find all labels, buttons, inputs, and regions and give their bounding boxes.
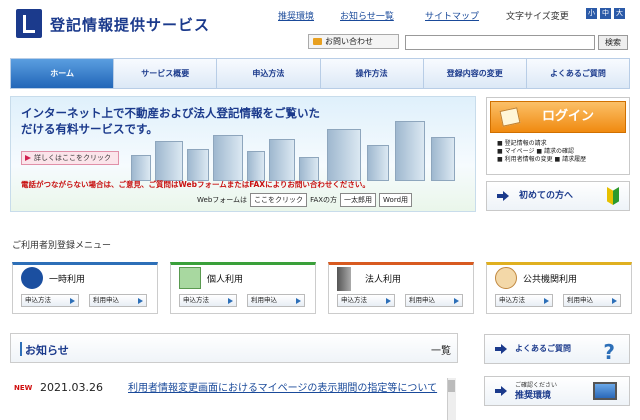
news-title: お知らせ xyxy=(20,342,69,357)
menu-card-title: 法人利用 xyxy=(365,275,402,285)
fax-word-button[interactable]: Word用 xyxy=(379,193,413,207)
nav-faq[interactable]: よくあるご質問 xyxy=(527,59,629,88)
apply-button[interactable]: 利用申込 xyxy=(89,294,147,307)
building-illustration xyxy=(327,129,361,181)
phone-icon xyxy=(313,38,322,45)
menu-card-title: 個人利用 xyxy=(207,275,244,285)
nav-application[interactable]: 申込方法 xyxy=(217,59,321,88)
site-title[interactable]: 登記情報提供サービス xyxy=(50,14,210,35)
news-list-link[interactable]: 一覧 xyxy=(431,342,451,357)
list-item: ■ 利用者情報の変更 ■ 請求履歴 xyxy=(497,156,587,163)
building-icon xyxy=(337,267,351,291)
nav-registration-change[interactable]: 登録内容の変更 xyxy=(424,59,527,88)
login-label: ログイン xyxy=(541,109,594,124)
font-size-large-button[interactable]: 大 xyxy=(614,8,625,19)
first-time-label: 初めての方へ xyxy=(519,191,574,201)
apply-button[interactable]: 利用申込 xyxy=(405,294,463,307)
arrow-right-icon xyxy=(495,386,507,396)
news-header: お知らせ 一覧 xyxy=(10,333,458,363)
recommended-env-side-button[interactable]: ご確認ください 推奨環境 xyxy=(484,376,630,406)
font-size-medium-button[interactable]: 中 xyxy=(600,8,611,19)
menu-card-temporary: 一時利用 申込方法 利用申込 xyxy=(12,262,158,314)
login-feature-list: ■ 登記情報の請求 ■ マイページ ■ 請求の確認 ■ 利用者情報の変更 ■ 請… xyxy=(497,140,586,164)
apply-button[interactable]: 利用申込 xyxy=(247,294,305,307)
news-date: 2021.03.26 xyxy=(40,381,103,394)
details-button[interactable]: 詳しくはここをクリック xyxy=(21,151,119,165)
faq-side-button[interactable]: よくあるご質問 ? xyxy=(484,334,630,364)
menu-card-personal: 個人利用 申込方法 利用申込 xyxy=(170,262,316,314)
building-illustration xyxy=(187,149,209,181)
news-item-link[interactable]: 利用者情報変更画面におけるマイページの表示期間の指定等について xyxy=(128,380,443,397)
building-illustration xyxy=(155,141,183,181)
building-illustration xyxy=(213,135,243,181)
beginner-mark-icon xyxy=(607,187,619,205)
menu-section-label: ご利用者別登録メニュー xyxy=(12,241,112,251)
building-illustration xyxy=(131,155,151,181)
building-illustration xyxy=(431,137,455,181)
search-button[interactable]: 検索 xyxy=(598,35,628,50)
font-size-small-button[interactable]: 小 xyxy=(586,8,597,19)
building-illustration xyxy=(299,157,319,181)
building-illustration xyxy=(395,121,425,181)
nav-service-overview[interactable]: サービス概要 xyxy=(114,59,218,88)
sitemap-link[interactable]: サイトマップ xyxy=(425,9,479,22)
phone-notice: 電話がつながらない場合は、ご意見、ご質問はWebフォームまたはFAXによりお問い… xyxy=(21,180,370,189)
apply-method-button[interactable]: 申込方法 xyxy=(21,294,79,307)
banner-title: インターネット上で不動産および法人登記情報をご覧いただける有料サービスです。 xyxy=(21,106,320,136)
contact-label: お問い合わせ xyxy=(325,37,373,46)
document-icon xyxy=(499,107,521,127)
apply-method-button[interactable]: 申込方法 xyxy=(495,294,553,307)
recommended-env-link[interactable]: 推奨環境 xyxy=(278,9,314,22)
first-time-button[interactable]: 初めての方へ xyxy=(486,181,630,211)
arrow-right-icon xyxy=(495,344,507,354)
webform-label: Webフォームは xyxy=(197,196,248,204)
arrow-right-icon xyxy=(497,191,509,201)
news-list-top-link[interactable]: お知らせ一覧 xyxy=(340,9,394,22)
nav-home[interactable]: ホーム xyxy=(11,59,115,88)
menu-card-corporate: 法人利用 申込方法 利用申込 xyxy=(328,262,474,314)
hero-banner: インターネット上で不動産および法人登記情報をご覧いただける有料サービスです。 詳… xyxy=(10,96,476,212)
nav-operation[interactable]: 操作方法 xyxy=(321,59,424,88)
apply-button[interactable]: 利用申込 xyxy=(563,294,621,307)
menu-card-title: 一時利用 xyxy=(49,275,86,285)
global-nav: ホーム サービス概要 申込方法 操作方法 登録内容の変更 よくあるご質問 xyxy=(10,58,630,89)
building-illustration xyxy=(247,151,265,181)
webform-row: Webフォームは ここをクリック FAXの方 一太郎用 Word用 xyxy=(197,193,413,207)
building-illustration xyxy=(367,145,389,181)
search-input[interactable] xyxy=(405,35,595,50)
font-size-label: 文字サイズ変更 xyxy=(506,12,569,22)
menu-card-title: 公共機関利用 xyxy=(523,275,578,285)
apply-method-button[interactable]: 申込方法 xyxy=(337,294,395,307)
site-logo-icon[interactable] xyxy=(16,9,42,38)
list-item: ■ 登記情報の請求 xyxy=(497,140,547,147)
login-panel: ログイン ■ 登記情報の請求 ■ マイページ ■ 請求の確認 ■ 利用者情報の変… xyxy=(486,97,630,175)
question-mark-icon: ? xyxy=(603,340,615,364)
public-agency-icon xyxy=(495,267,517,289)
fax-label: FAXの方 xyxy=(310,196,338,204)
one-time-icon xyxy=(21,267,43,289)
monitor-icon xyxy=(593,382,617,400)
fax-ichitaro-button[interactable]: 一太郎用 xyxy=(340,193,377,207)
list-item: ■ マイページ ■ 請求の確認 xyxy=(497,148,574,155)
faq-label: よくあるご質問 xyxy=(515,344,571,353)
apply-method-button[interactable]: 申込方法 xyxy=(179,294,237,307)
news-scroll-thumb[interactable] xyxy=(448,380,455,392)
menu-card-public: 公共機関利用 申込方法 利用申込 xyxy=(486,262,632,314)
new-badge: NEW xyxy=(14,384,33,392)
webform-button[interactable]: ここをクリック xyxy=(250,193,308,207)
building-illustration xyxy=(269,139,295,181)
contact-button[interactable]: お問い合わせ xyxy=(308,34,399,49)
login-button[interactable]: ログイン xyxy=(490,101,626,133)
house-icon xyxy=(179,267,201,289)
